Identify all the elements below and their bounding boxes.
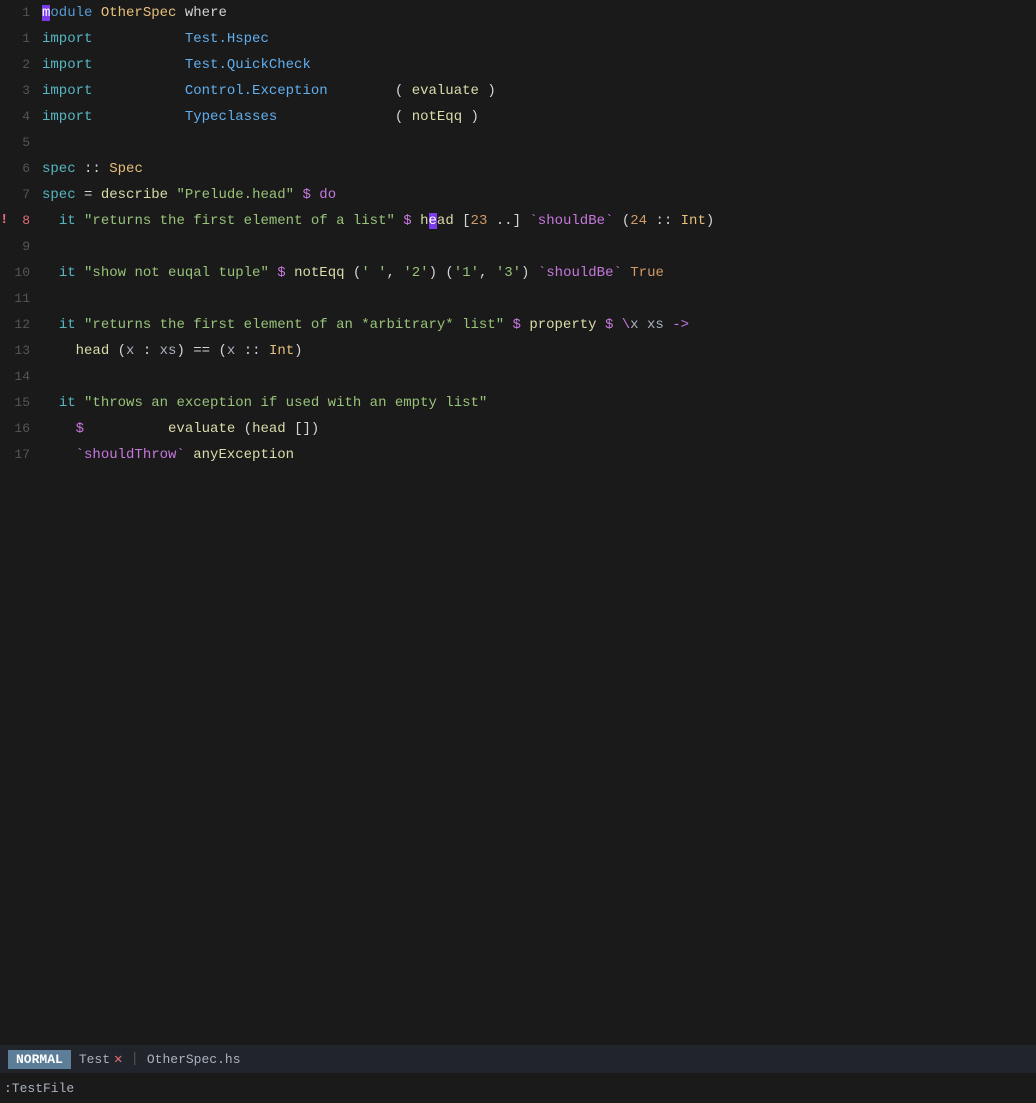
line-number-1: 1 [0, 26, 42, 51]
code-editor[interactable]: 1 module OtherSpec where 1 import Test.H… [0, 0, 1036, 1040]
line-16: 16 $ evaluate (head []) [0, 416, 1036, 442]
line-number-6: 6 [0, 156, 42, 181]
line-number-2: 2 [0, 52, 42, 77]
line-3: 3 import Control.Exception ( evaluate ) [0, 78, 1036, 104]
line-number-16: 16 [0, 416, 42, 441]
line-content-12: it "returns the first element of an *arb… [42, 313, 1036, 338]
tab-label: Test [79, 1052, 110, 1067]
mode-badge: NORMAL [8, 1050, 71, 1069]
line-number-0: 1 [0, 0, 42, 25]
line-content-17: `shouldThrow` anyException [42, 443, 1036, 468]
status-separator: | [130, 1051, 138, 1067]
line-content-4: import Typeclasses ( notEqq ) [42, 105, 1036, 130]
line-number-14: 14 [0, 364, 42, 389]
status-bar: NORMAL Test ✕ | OtherSpec.hs [0, 1045, 1036, 1073]
line-content-13: head (x : xs) == (x :: Int) [42, 339, 1036, 364]
line-number-10: 10 [0, 260, 42, 285]
line-6: 6 spec :: Spec [0, 156, 1036, 182]
line-5: 5 [0, 130, 1036, 156]
line-10: 10 it "show not euqal tuple" $ notEqq ('… [0, 260, 1036, 286]
line-content-15: it "throws an exception if used with an … [42, 391, 1036, 416]
line-0: 1 module OtherSpec where [0, 0, 1036, 26]
line-content-5 [42, 131, 1036, 156]
line-13: 13 head (x : xs) == (x :: Int) [0, 338, 1036, 364]
line-17: 17 `shouldThrow` anyException [0, 442, 1036, 468]
line-content-1: import Test.Hspec [42, 27, 1036, 52]
line-content-3: import Control.Exception ( evaluate ) [42, 79, 1036, 104]
line-number-17: 17 [0, 442, 42, 467]
status-tab: Test ✕ [79, 1051, 123, 1068]
command-line: :TestFile [0, 1073, 1036, 1103]
line-number-4: 4 [0, 104, 42, 129]
line-number-3: 3 [0, 78, 42, 103]
line-7: 7 spec = describe "Prelude.head" $ do [0, 182, 1036, 208]
line-content-11 [42, 287, 1036, 312]
line-number-11: 11 [0, 286, 42, 311]
line-11: 11 [0, 286, 1036, 312]
line-content-8: it "returns the first element of a list"… [42, 209, 1036, 234]
line-number-7: 7 [0, 182, 42, 207]
line-9: 9 [0, 234, 1036, 260]
line-content-2: import Test.QuickCheck [42, 53, 1036, 78]
line-number-15: 15 [0, 390, 42, 415]
line-content-16: $ evaluate (head []) [42, 417, 1036, 442]
line-12: 12 it "returns the first element of an *… [0, 312, 1036, 338]
line-content-0: module OtherSpec where [42, 1, 1036, 26]
error-bang-8: ! [0, 208, 8, 233]
line-number-13: 13 [0, 338, 42, 363]
line-number-5: 5 [0, 130, 42, 155]
line-8: ! 8 it "returns the first element of a l… [0, 208, 1036, 234]
line-15: 15 it "throws an exception if used with … [0, 390, 1036, 416]
line-4: 4 import Typeclasses ( notEqq ) [0, 104, 1036, 130]
command-text: :TestFile [4, 1081, 74, 1096]
line-2: 2 import Test.QuickCheck [0, 52, 1036, 78]
close-tab-icon[interactable]: ✕ [114, 1051, 122, 1068]
code-content: 1 module OtherSpec where 1 import Test.H… [0, 0, 1036, 468]
line-number-12: 12 [0, 312, 42, 337]
line-content-10: it "show not euqal tuple" $ notEqq (' ',… [42, 261, 1036, 286]
line-1: 1 import Test.Hspec [0, 26, 1036, 52]
line-content-14 [42, 365, 1036, 390]
line-14: 14 [0, 364, 1036, 390]
line-content-7: spec = describe "Prelude.head" $ do [42, 183, 1036, 208]
status-filename: OtherSpec.hs [147, 1052, 241, 1067]
line-number-9: 9 [0, 234, 42, 259]
line-content-6: spec :: Spec [42, 157, 1036, 182]
line-content-9 [42, 235, 1036, 260]
